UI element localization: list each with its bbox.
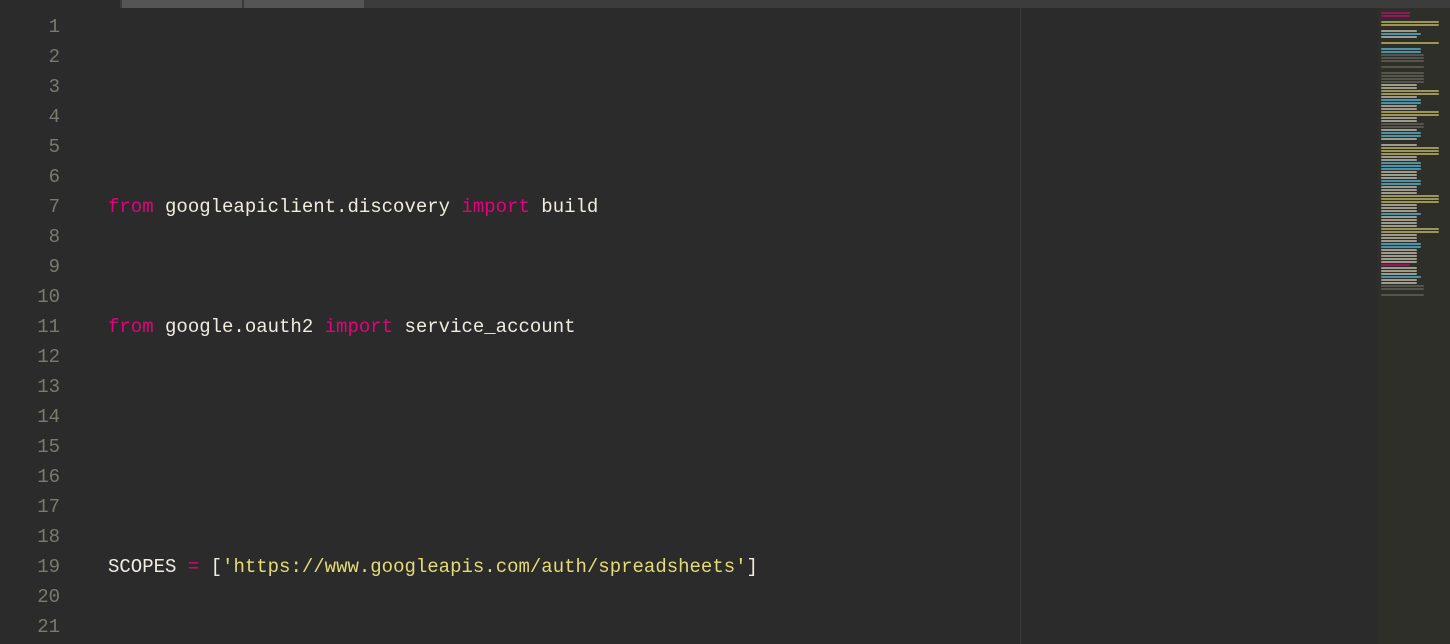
line-number: 11 bbox=[0, 312, 60, 342]
tab-2[interactable] bbox=[122, 0, 242, 8]
line-number: 20 bbox=[0, 582, 60, 612]
line-number: 6 bbox=[0, 162, 60, 192]
line-number: 18 bbox=[0, 522, 60, 552]
line-number: 10 bbox=[0, 282, 60, 312]
line-number: 13 bbox=[0, 372, 60, 402]
line-number: 12 bbox=[0, 342, 60, 372]
editor[interactable]: 1 2 3 4 5 6 7 8 9 10 11 12 13 14 15 16 1… bbox=[0, 8, 1450, 644]
code-line[interactable]: from googleapiclient.discovery import bu… bbox=[78, 192, 1378, 222]
line-number: 14 bbox=[0, 402, 60, 432]
minimap[interactable] bbox=[1378, 8, 1450, 644]
line-number: 8 bbox=[0, 222, 60, 252]
tab-bar[interactable] bbox=[0, 0, 1450, 8]
line-number: 7 bbox=[0, 192, 60, 222]
line-number: 17 bbox=[0, 492, 60, 522]
line-number: 3 bbox=[0, 72, 60, 102]
line-number: 9 bbox=[0, 252, 60, 282]
line-number: 19 bbox=[0, 552, 60, 582]
line-number-gutter: 1 2 3 4 5 6 7 8 9 10 11 12 13 14 15 16 1… bbox=[0, 8, 78, 644]
line-number: 16 bbox=[0, 462, 60, 492]
tab-active[interactable] bbox=[0, 0, 120, 8]
code-line[interactable]: SCOPES = ['https://www.googleapis.com/au… bbox=[78, 552, 1378, 582]
code-line[interactable] bbox=[78, 432, 1378, 462]
line-number: 4 bbox=[0, 102, 60, 132]
line-number: 5 bbox=[0, 132, 60, 162]
line-number: 21 bbox=[0, 612, 60, 642]
line-number: 15 bbox=[0, 432, 60, 462]
code-line[interactable]: from google.oauth2 import service_accoun… bbox=[78, 312, 1378, 342]
code-line[interactable] bbox=[78, 72, 1378, 102]
line-number: 2 bbox=[0, 42, 60, 72]
tab-3[interactable] bbox=[244, 0, 364, 8]
code-area[interactable]: from googleapiclient.discovery import bu… bbox=[78, 8, 1378, 644]
line-number: 1 bbox=[0, 12, 60, 42]
